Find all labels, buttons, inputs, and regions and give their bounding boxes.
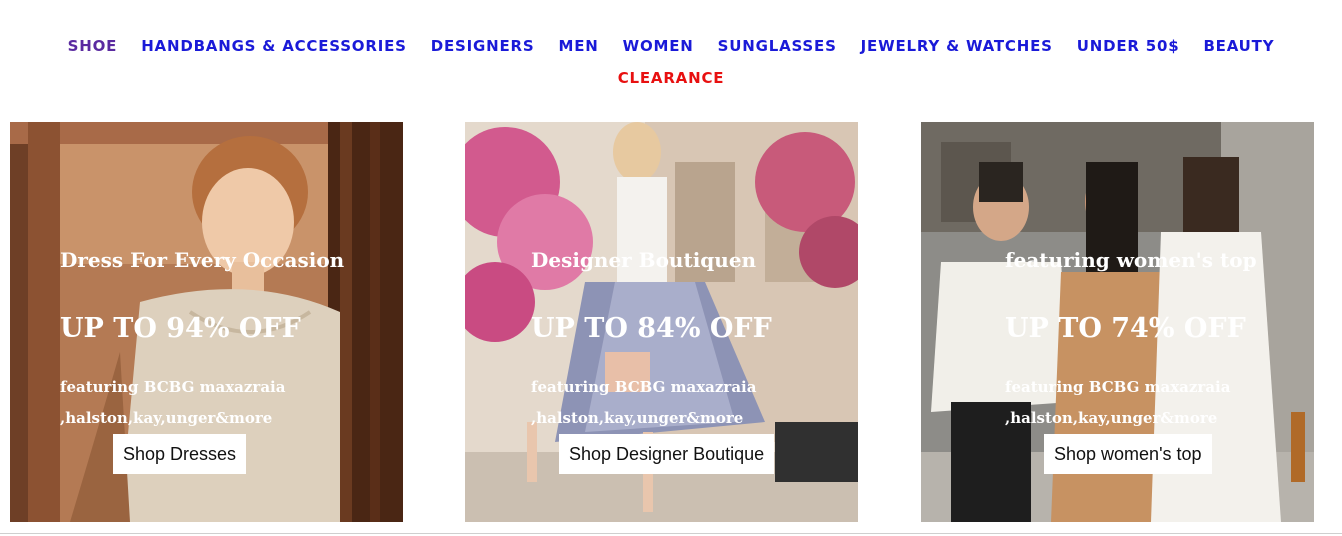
card-subtext: featuring BCBG maxazraia ,halston,kay,un… <box>60 378 286 427</box>
nav-link-designers[interactable]: DESIGNERS <box>431 37 535 55</box>
nav-link-women[interactable]: WOMEN <box>623 37 694 55</box>
nav-link-beauty[interactable]: BEAUTY <box>1203 37 1274 55</box>
card-heading: Designer Boutiquen <box>531 248 757 272</box>
promo-card-designer-boutique[interactable]: Designer Boutiquen UP TO 84% OFF featuri… <box>465 122 858 522</box>
promo-card-dresses[interactable]: Dress For Every Occasion UP TO 94% OFF f… <box>10 122 403 522</box>
nav-link-handbags-accessories[interactable]: HANDBANGS & ACCESSORIES <box>141 37 407 55</box>
card-subtext: featuring BCBG maxazraia ,halston,kay,un… <box>1005 378 1231 427</box>
card-heading: Dress For Every Occasion <box>60 248 345 272</box>
nav-link-sunglasses[interactable]: SUNGLASSES <box>718 37 837 55</box>
card-subtext: featuring BCBG maxazraia ,halston,kay,un… <box>531 378 757 427</box>
shop-designer-boutique-button[interactable]: Shop Designer Boutique <box>559 434 775 474</box>
shop-womens-top-button[interactable]: Shop women's top <box>1044 434 1212 474</box>
nav-second-row: CLEARANCE <box>0 66 1342 90</box>
nav-link-jewelry-watches[interactable]: JEWELRY & WATCHES <box>861 37 1053 55</box>
card-discount: UP TO 74% OFF <box>1005 313 1246 344</box>
bottom-divider <box>0 533 1342 534</box>
card-discount: UP TO 94% OFF <box>60 313 301 344</box>
main-nav: SHOE HANDBANGS & ACCESSORIES DESIGNERS M… <box>0 34 1342 58</box>
nav-link-shoe[interactable]: SHOE <box>68 37 118 55</box>
card-discount: UP TO 84% OFF <box>531 313 772 344</box>
card-heading: featuring women's top <box>1005 248 1257 272</box>
nav-link-men[interactable]: MEN <box>559 37 599 55</box>
nav-link-under-50[interactable]: UNDER 50$ <box>1077 37 1180 55</box>
shop-dresses-button[interactable]: Shop Dresses <box>113 434 247 474</box>
promo-card-womens-top[interactable]: featuring women's top UP TO 74% OFF feat… <box>921 122 1314 522</box>
nav-link-clearance[interactable]: CLEARANCE <box>618 69 725 87</box>
page: SHOE HANDBANGS & ACCESSORIES DESIGNERS M… <box>0 0 1342 536</box>
